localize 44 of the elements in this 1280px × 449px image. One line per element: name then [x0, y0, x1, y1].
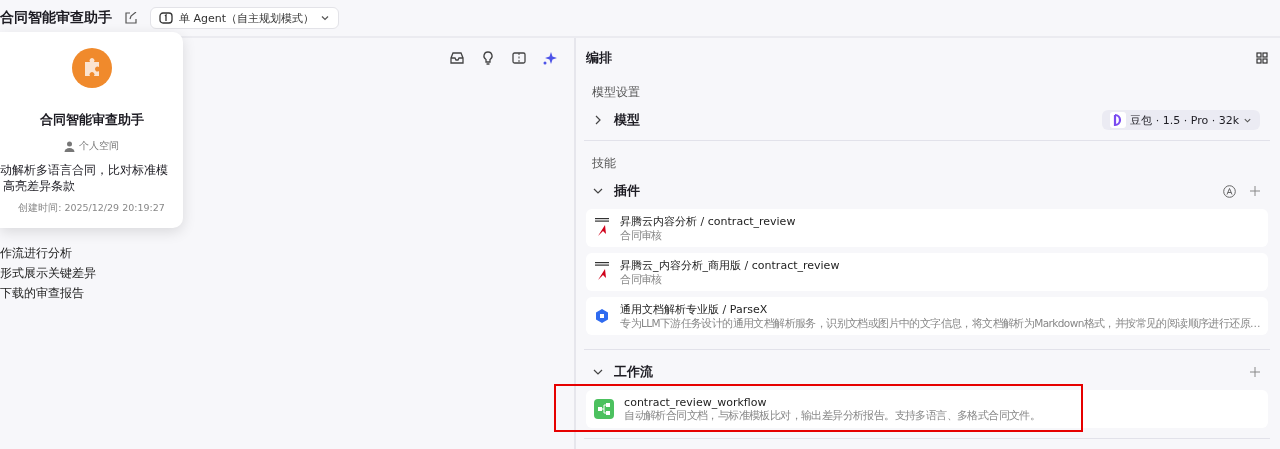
prompt-text: 作流进行分析 [0, 245, 73, 262]
ascend-icon [594, 261, 611, 283]
prompt-text: 下载的审查报告 [0, 285, 85, 302]
space-label: 个人空间 [64, 139, 119, 153]
mode-dropdown[interactable]: 单 Agent（自主规划模式） [150, 7, 340, 29]
skill-card[interactable]: contract_review_workflow 自动解析合同文档，与标准模板比对，输出差异分析报告。支持多语言、多格式合同文件。 [586, 390, 1268, 428]
skill-name: 昇腾云内容分析 / contract_review [620, 213, 796, 229]
skill-description: 专为LLM下游任务设计的通用文档解析服务，识别文档或图片中的文字信息，将文档解析为Markdown格式，并按常见的阅读顺序进行还原… [620, 316, 1260, 331]
hexagon-icon [594, 308, 611, 324]
section-label: 模型设置 [591, 84, 642, 101]
panel-title: 编排 [586, 49, 613, 67]
split-view-icon[interactable] [511, 50, 528, 66]
model-selector[interactable]: 豆包 · 1.5 · Pro · 32k [1102, 110, 1260, 130]
inbox-icon[interactable] [449, 50, 466, 66]
puzzle-icon [71, 48, 112, 88]
edit-icon[interactable] [122, 9, 140, 27]
ascend-icon [594, 217, 611, 239]
skill-name: 通用文档解析专业版 / ParseX [620, 301, 769, 317]
bot-name: 合同智能审查助手 [39, 112, 144, 129]
page-title: 合同智能审查助手 [0, 9, 112, 27]
bot-description: 高亮差异条款 [2, 178, 76, 194]
skill-name: contract_review_workflow [624, 395, 768, 409]
grid-icon[interactable] [1256, 52, 1268, 64]
skill-card[interactable]: 昇腾云内容分析 / contract_review 合同审核 [586, 209, 1268, 247]
skill-description: 合同审核 [620, 272, 663, 287]
sparkle-icon[interactable] [542, 50, 559, 66]
skill-description: 合同审核 [620, 228, 663, 243]
model-logo-icon [1110, 112, 1127, 128]
caret-icon [320, 13, 331, 23]
group-toggle[interactable]: 插件 [592, 182, 641, 200]
skill-name: 昇腾云_内容分析_商用版 / contract_review [620, 257, 840, 273]
created-time: 创建时间: 2025/12/29 20:19:27 [18, 202, 165, 215]
auto-icon[interactable] [1223, 184, 1236, 198]
model-group-toggle[interactable]: 模型 [592, 111, 641, 129]
skill-card[interactable]: 昇腾云_内容分析_商用版 / contract_review 合同审核 [586, 253, 1268, 291]
bot-description: 动解析多语言合同，比对标准模 [0, 162, 168, 178]
section-label: 技能 [591, 155, 618, 172]
skill-card[interactable]: 通用文档解析专业版 / ParseX 专为LLM下游任务设计的通用文档解析服务，识别文档或图片中的文字信息，将文档解析为Markdown格式，并按常见的阅读顺序进行还原… [586, 297, 1268, 335]
agent-icon [159, 11, 173, 25]
person-icon [64, 140, 75, 152]
workflow-icon [594, 399, 615, 419]
group-toggle[interactable]: 工作流 [592, 363, 654, 381]
prompt-text: 形式展示关键差异 [0, 265, 97, 282]
skill-description: 自动解析合同文档，与标准模板比对，输出差异分析报告。支持多语言、多格式合同文件。 [624, 408, 1041, 423]
